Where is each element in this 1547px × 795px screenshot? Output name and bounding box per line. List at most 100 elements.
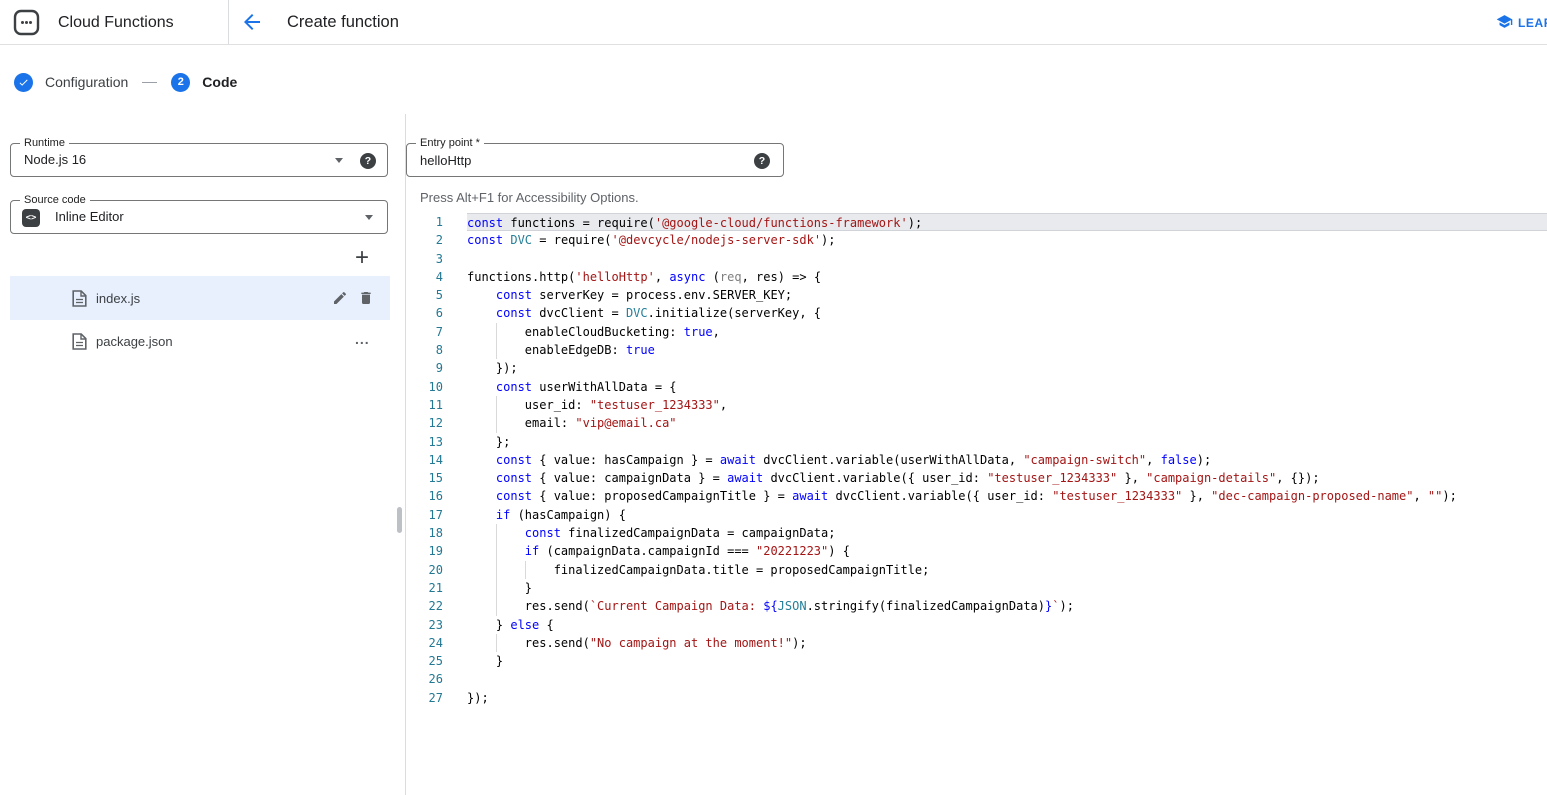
line-content[interactable]: if (campaignData.campaignId === "2022122… [467, 542, 1547, 560]
code-line[interactable]: 26 [406, 670, 1547, 688]
line-content[interactable]: }); [467, 359, 1547, 377]
code-line[interactable]: 14 const { value: hasCampaign } = await … [406, 451, 1547, 469]
code-token: DVC [626, 306, 648, 320]
code-line[interactable]: 2const DVC = require('@devcycle/nodejs-s… [406, 231, 1547, 249]
code-line[interactable]: 1const functions = require('@google-clou… [406, 213, 1547, 231]
code-editor[interactable]: 1const functions = require('@google-clou… [406, 213, 1547, 707]
runtime-help-icon[interactable]: ? [360, 153, 376, 169]
file-row-package-json[interactable]: package.json ... [10, 320, 390, 362]
line-content[interactable]: const { value: hasCampaign } = await dvc… [467, 451, 1547, 469]
code-token: { value: hasCampaign } = [532, 453, 720, 467]
step-connector [142, 82, 157, 83]
line-number: 18 [406, 524, 443, 542]
line-content[interactable]: const functions = require('@google-cloud… [467, 213, 1547, 231]
code-line[interactable]: 24 res.send("No campaign at the moment!"… [406, 634, 1547, 652]
code-line[interactable]: 20 finalizedCampaignData.title = propose… [406, 561, 1547, 579]
file-name: package.json [96, 334, 173, 349]
accessibility-hint: Press Alt+F1 for Accessibility Options. [420, 190, 639, 205]
entry-point-field[interactable]: Entry point * ? [406, 143, 784, 177]
code-token: finalizedCampaignData = campaignData; [561, 526, 836, 540]
code-token [467, 508, 496, 522]
product-name[interactable]: Cloud Functions [58, 0, 174, 45]
code-token [467, 288, 496, 302]
back-button[interactable] [240, 10, 264, 34]
line-content[interactable]: } [467, 579, 1547, 597]
indent-guide [496, 396, 497, 414]
code-line[interactable]: 17 if (hasCampaign) { [406, 506, 1547, 524]
code-line[interactable]: 9 }); [406, 359, 1547, 377]
line-number: 25 [406, 652, 443, 670]
entry-point-help-icon[interactable]: ? [754, 153, 770, 169]
code-token: { value: proposedCampaignTitle } = [532, 489, 792, 503]
code-line[interactable]: 15 const { value: campaignData } = await… [406, 469, 1547, 487]
more-options-button[interactable]: ... [355, 331, 370, 347]
line-content[interactable]: res.send("No campaign at the moment!"); [467, 634, 1547, 652]
line-content[interactable]: enableCloudBucketing: true, [467, 323, 1547, 341]
code-token: dvcClient.variable(userWithAllData, [756, 453, 1023, 467]
line-content[interactable]: enableEdgeDB: true [467, 341, 1547, 359]
line-content[interactable] [467, 670, 1547, 688]
line-content[interactable]: finalizedCampaignData.title = proposedCa… [467, 561, 1547, 579]
code-line[interactable]: 5 const serverKey = process.env.SERVER_K… [406, 286, 1547, 304]
code-token: "No campaign at the moment!" [590, 636, 792, 650]
add-file-button[interactable]: + [349, 245, 375, 271]
file-row-index-js[interactable]: index.js [10, 276, 390, 320]
code-line[interactable]: 23 } else { [406, 616, 1547, 634]
code-token: { value: campaignData } = [532, 471, 727, 485]
entry-point-input[interactable] [420, 145, 700, 175]
line-content[interactable] [467, 250, 1547, 268]
line-content[interactable]: functions.http('helloHttp', async (req, … [467, 268, 1547, 286]
code-line[interactable]: 18 const finalizedCampaignData = campaig… [406, 524, 1547, 542]
code-token: ( [705, 270, 719, 284]
line-content[interactable]: }; [467, 433, 1547, 451]
code-line[interactable]: 21 } [406, 579, 1547, 597]
line-number: 10 [406, 378, 443, 396]
code-token: "" [1428, 489, 1442, 503]
line-number: 16 [406, 487, 443, 505]
source-code-value: Inline Editor [55, 201, 327, 233]
delete-trash-icon[interactable] [358, 290, 374, 306]
code-line[interactable]: 7 enableCloudBucketing: true, [406, 323, 1547, 341]
step-code[interactable]: 2 Code [171, 73, 237, 92]
code-line[interactable]: 3 [406, 250, 1547, 268]
line-content[interactable]: const { value: campaignData } = await dv… [467, 469, 1547, 487]
code-line[interactable]: 4functions.http('helloHttp', async (req,… [406, 268, 1547, 286]
line-content[interactable]: const dvcClient = DVC.initialize(serverK… [467, 304, 1547, 322]
code-token: else [510, 618, 539, 632]
code-token: ); [1442, 489, 1456, 503]
line-content[interactable]: res.send(`Current Campaign Data: ${JSON.… [467, 597, 1547, 615]
code-line[interactable]: 16 const { value: proposedCampaignTitle … [406, 487, 1547, 505]
line-content[interactable]: if (hasCampaign) { [467, 506, 1547, 524]
line-content[interactable]: const serverKey = process.env.SERVER_KEY… [467, 286, 1547, 304]
source-code-select[interactable]: Source code <> Inline Editor [10, 200, 388, 234]
code-line[interactable]: 6 const dvcClient = DVC.initialize(serve… [406, 304, 1547, 322]
edit-pencil-icon[interactable] [332, 290, 348, 306]
line-content[interactable]: const DVC = require('@devcycle/nodejs-se… [467, 231, 1547, 249]
code-line[interactable]: 10 const userWithAllData = { [406, 378, 1547, 396]
line-content[interactable]: const { value: proposedCampaignTitle } =… [467, 487, 1547, 505]
code-token: , [1413, 489, 1427, 503]
code-token: "testuser_1234333" [1052, 489, 1182, 503]
line-content[interactable]: const userWithAllData = { [467, 378, 1547, 396]
code-line[interactable]: 22 res.send(`Current Campaign Data: ${JS… [406, 597, 1547, 615]
panel-resize-handle[interactable] [397, 507, 402, 533]
learn-link[interactable]: LEARN [1496, 13, 1547, 33]
code-token: const [496, 489, 532, 503]
code-line[interactable]: 11 user_id: "testuser_1234333", [406, 396, 1547, 414]
line-content[interactable]: }); [467, 689, 1547, 707]
line-content[interactable]: } else { [467, 616, 1547, 634]
code-line[interactable]: 19 if (campaignData.campaignId === "2022… [406, 542, 1547, 560]
line-content[interactable]: } [467, 652, 1547, 670]
line-content[interactable]: email: "vip@email.ca" [467, 414, 1547, 432]
line-content[interactable]: user_id: "testuser_1234333", [467, 396, 1547, 414]
code-line[interactable]: 13 }; [406, 433, 1547, 451]
code-line[interactable]: 8 enableEdgeDB: true [406, 341, 1547, 359]
code-line[interactable]: 25 } [406, 652, 1547, 670]
runtime-select[interactable]: Runtime Node.js 16 ? [10, 143, 388, 177]
code-token: }); [467, 361, 518, 375]
code-line[interactable]: 12 email: "vip@email.ca" [406, 414, 1547, 432]
line-content[interactable]: const finalizedCampaignData = campaignDa… [467, 524, 1547, 542]
step-configuration[interactable]: Configuration [14, 73, 128, 92]
line-number: 26 [406, 670, 443, 688]
code-line[interactable]: 27}); [406, 689, 1547, 707]
